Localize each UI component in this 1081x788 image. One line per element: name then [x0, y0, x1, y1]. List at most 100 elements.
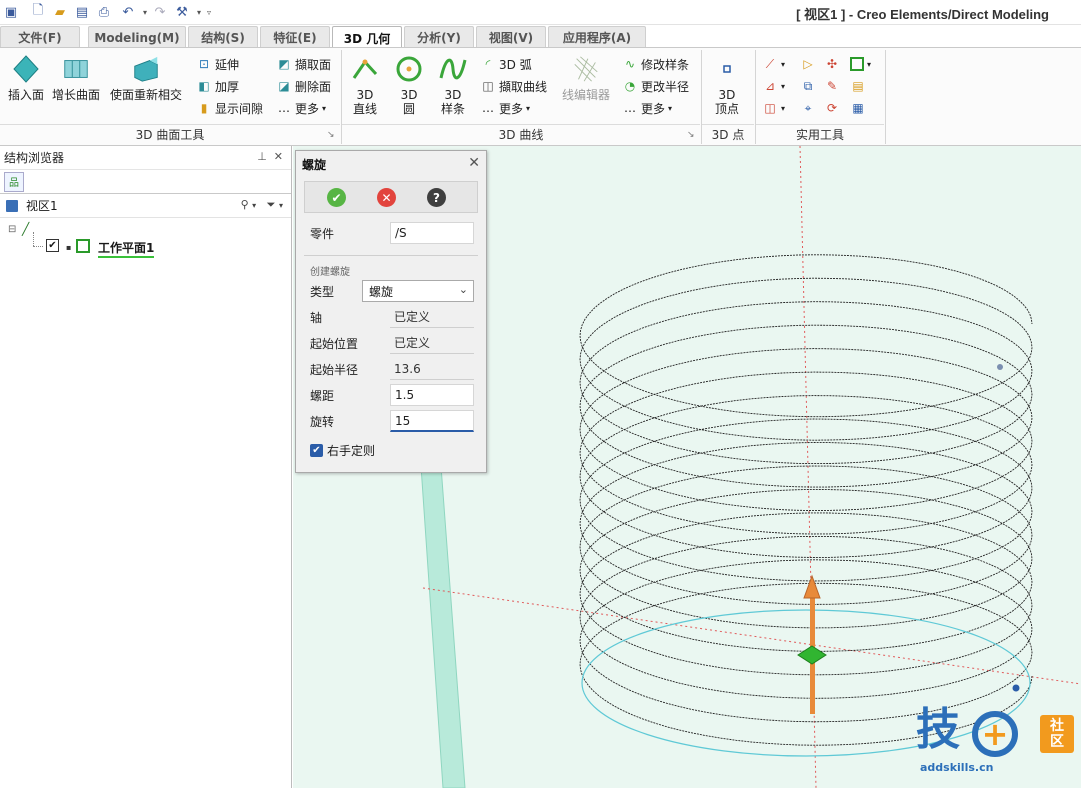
thicken-button[interactable]: ◧ 加厚 — [196, 76, 239, 96]
curves-more-button[interactable]: … 更多 ▾ — [480, 98, 530, 118]
dialog-titlebar[interactable]: 螺旋 ✕ — [296, 151, 486, 177]
help-question-icon[interactable]: ? — [427, 188, 446, 207]
new-file-icon[interactable]: 🗋 — [30, 3, 46, 21]
type-row: 类型 螺旋 ⌄ — [304, 279, 478, 303]
tab-3d-geometry[interactable]: 3D 几何 — [332, 26, 402, 49]
util-axis-button[interactable]: ⟋ ▾ — [762, 54, 785, 74]
util-select-box-button[interactable]: ▾ — [850, 54, 871, 74]
origin-point[interactable] — [797, 645, 827, 665]
redo-icon[interactable]: ↷ — [152, 3, 168, 21]
extract-curve-button[interactable]: ◫ 擷取曲线 — [480, 76, 547, 96]
filter-icon[interactable]: ⏷ — [267, 198, 276, 211]
helix-dialog: 螺旋 ✕ ✔ ✕ ? 零件 /S 创建螺旋 类型 螺旋 ⌄ 轴 已定义 起始位置… — [295, 150, 487, 473]
util-pick-button[interactable]: ▷ — [800, 54, 819, 74]
cancel-x-icon[interactable]: ✕ — [377, 188, 396, 207]
tab-structure[interactable]: 结构(S) — [188, 26, 258, 48]
util-transform-button[interactable]: ✣ — [824, 54, 843, 74]
undo-icon[interactable]: ↶ — [120, 3, 136, 21]
owner-icon: ▪ — [66, 243, 72, 252]
chevron-down-icon: ⌄ — [458, 283, 468, 296]
start-position-value[interactable]: 已定义 — [390, 332, 474, 354]
tab-view[interactable]: 视图(V) — [476, 26, 546, 48]
grow-surface-button[interactable]: 增长曲面 — [52, 54, 100, 102]
pitch-input[interactable]: 1.5 — [390, 384, 474, 406]
section-divider — [304, 255, 478, 256]
pin-icon[interactable]: ⊥ — [257, 150, 267, 163]
util-refresh-button[interactable]: ⟳ — [824, 98, 843, 118]
workplane-label[interactable]: 工作平面1 — [98, 239, 155, 258]
modify-spline-button[interactable]: ∿ 修改样条 — [622, 54, 689, 74]
util-table-button[interactable]: ▦ — [850, 98, 869, 118]
helix-start-vertex[interactable] — [1012, 684, 1020, 692]
insert-face-button[interactable]: 插入面 — [8, 54, 44, 102]
start-radius-row: 起始半径 13.6 — [304, 357, 478, 381]
show-gap-button[interactable]: ▮ 显示间隙 — [196, 98, 263, 118]
tab-modeling[interactable]: Modeling(M) — [88, 26, 186, 48]
util-measure-button[interactable]: ⌖ — [800, 98, 819, 118]
helix-path — [579, 254, 1033, 746]
surface-more-button[interactable]: … 更多 ▾ — [276, 98, 326, 118]
print-preview-icon[interactable]: ⎙ — [96, 3, 112, 21]
util-plane-button[interactable]: ⊿ ▾ — [762, 76, 785, 96]
dialog-title: 螺旋 — [302, 157, 327, 172]
binoculars-icon[interactable]: ⚲ — [241, 198, 249, 211]
root-line-icon: ╱ — [22, 222, 30, 236]
3d-spline-icon — [438, 54, 468, 84]
util-edit-button[interactable]: ✎ — [824, 76, 843, 96]
collapse-toggle-icon[interactable]: ⊟ — [8, 224, 16, 235]
tab-analysis[interactable]: 分析(Y) — [404, 26, 474, 48]
helix-end-vertex[interactable] — [997, 364, 1003, 370]
extract-face-button[interactable]: ◩ 擷取面 — [276, 54, 331, 74]
curves-more2-button[interactable]: … 更多 ▾ — [622, 98, 672, 118]
workplane-visibility-checkbox[interactable]: ✔ — [46, 239, 59, 252]
chevron-down-icon[interactable]: ▾ — [252, 201, 256, 210]
tab-feature[interactable]: 特征(E) — [260, 26, 330, 48]
view-row[interactable]: 视区1 ⚲ ▾ ⏷ ▾ — [0, 194, 291, 218]
change-radius-button[interactable]: ◔ 更改半径 — [622, 76, 689, 96]
curves-launcher-icon[interactable]: ↘ — [687, 130, 695, 140]
3d-circle-button[interactable]: 3D 圆 — [394, 54, 424, 116]
util-notes-button[interactable]: ▤ — [850, 76, 869, 96]
group-divider — [885, 50, 886, 144]
chevron-down-icon[interactable]: ▾ — [279, 201, 283, 210]
3d-arc-button[interactable]: ◜ 3D 弧 — [480, 54, 532, 74]
close-icon[interactable]: ✕ — [468, 155, 480, 171]
axis-tool-icon: ⟋ — [765, 56, 775, 71]
3d-line-button[interactable]: 3D 直线 — [350, 54, 380, 116]
3d-vertex-button[interactable]: 3D 顶点 — [712, 54, 742, 116]
insert-face-icon — [11, 54, 41, 84]
part-input[interactable]: /S — [390, 222, 474, 244]
watermark-badge: 社区 — [1040, 715, 1074, 753]
app-icon[interactable]: ▣ — [3, 3, 19, 21]
watermark-plus-icon: + — [972, 711, 1018, 757]
direction-arrow-head[interactable] — [803, 574, 821, 599]
ribbon-tabs: 文件(F) Modeling(M) 结构(S) 特征(E) 3D 几何 分析(Y… — [0, 25, 1081, 49]
tab-applications[interactable]: 应用程序(A) — [548, 26, 646, 48]
tree-view-tab[interactable]: 品 — [4, 171, 24, 192]
group-label-point: 3D 点 — [702, 124, 754, 144]
ok-check-icon[interactable]: ✔ — [327, 188, 346, 207]
3d-spline-button[interactable]: 3D 样条 — [438, 54, 468, 116]
delete-face-button[interactable]: ◪ 删除面 — [276, 76, 331, 96]
axis-label: 轴 — [310, 310, 323, 325]
open-folder-icon[interactable]: ▰ — [52, 3, 68, 21]
type-select[interactable]: 螺旋 ⌄ — [362, 280, 474, 302]
wire-editor-button[interactable]: 线编辑器 — [562, 54, 610, 102]
reintersect-face-button[interactable]: 使面重新相交 — [110, 54, 182, 102]
util-box-button[interactable]: ◫ ▾ — [762, 98, 785, 118]
tab-file[interactable]: 文件(F) — [0, 26, 80, 48]
turns-input[interactable]: 15 — [390, 410, 474, 432]
customize-qa-icon[interactable]: ▿ — [201, 3, 217, 21]
right-hand-rule-checkbox[interactable]: ✔ 右手定则 — [310, 442, 375, 459]
axis-value[interactable]: 已定义 — [390, 306, 474, 328]
close-icon[interactable]: ✕ — [274, 150, 283, 163]
tools-icon[interactable]: ⚒ — [174, 3, 190, 21]
start-position-label: 起始位置 — [310, 336, 359, 351]
plane-tool-icon: ⊿ — [764, 79, 776, 93]
start-radius-value[interactable]: 13.6 — [390, 358, 474, 380]
util-copy-button[interactable]: ⧉ — [800, 76, 819, 96]
surface-tools-launcher-icon[interactable]: ↘ — [327, 130, 335, 140]
undo-dropdown-icon[interactable]: ▾ — [137, 3, 153, 21]
extend-button[interactable]: ⊡ 延伸 — [196, 54, 239, 74]
save-icon[interactable]: ▤ — [74, 3, 90, 21]
